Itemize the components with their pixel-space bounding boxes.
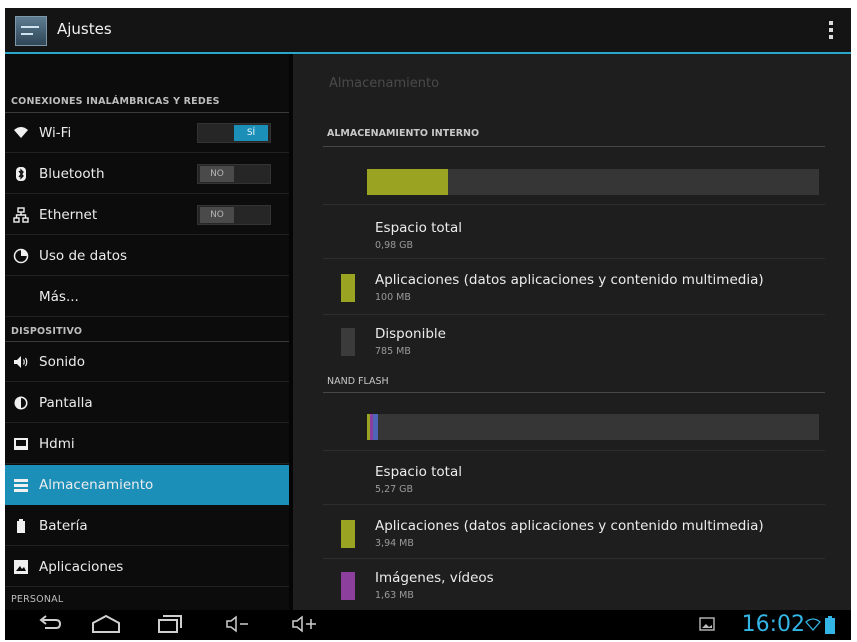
row-divider — [323, 504, 825, 505]
speaker-icon — [13, 354, 29, 370]
back-icon[interactable] — [35, 614, 65, 636]
wifi-icon — [13, 125, 29, 141]
internal-storage-header: ALMACENAMIENTO INTERNO — [327, 128, 480, 139]
nand-storage-bar — [367, 414, 819, 440]
nand-flash-header: NAND FLASH — [327, 376, 389, 387]
ethernet-toggle[interactable]: NO — [197, 205, 271, 225]
internal-available-value: 785 MB — [375, 346, 411, 357]
internal-storage-bar — [367, 169, 819, 195]
bluetooth-icon — [13, 166, 29, 182]
settings-item-label: Ethernet — [39, 207, 98, 223]
settings-item-label: Sonido — [39, 354, 85, 370]
brightness-icon — [13, 395, 29, 411]
section-header-personal: PERSONAL — [11, 594, 64, 605]
nand-total-value: 5,27 GB — [375, 484, 414, 495]
settings-item-label: Pantalla — [39, 395, 93, 411]
screenshot-notification-icon[interactable] — [699, 616, 715, 636]
settings-item-label: Uso de datos — [39, 248, 128, 264]
settings-item-apps[interactable]: Aplicaciones — [5, 547, 289, 587]
battery-status-icon — [825, 616, 835, 638]
nand-total-label: Espacio total — [375, 464, 462, 480]
bluetooth-toggle[interactable]: NO — [197, 164, 271, 184]
nand-media-value: 1,63 MB — [375, 590, 414, 601]
section-header-wireless: CONEXIONES INALÁMBRICAS Y REDES — [11, 96, 220, 107]
wifi-toggle[interactable]: SÍ — [197, 123, 271, 143]
media-color-swatch — [341, 572, 355, 600]
settings-item-storage[interactable]: Almacenamiento — [5, 465, 289, 505]
nand-apps-label: Aplicaciones (datos aplicaciones y conte… — [375, 518, 764, 534]
ethernet-icon — [13, 207, 29, 223]
hdmi-icon — [13, 436, 29, 452]
settings-item-ethernet[interactable]: Ethernet NO — [5, 195, 289, 235]
pane-title: Almacenamiento — [329, 76, 440, 91]
available-color-swatch — [341, 328, 355, 356]
home-icon[interactable] — [89, 614, 123, 636]
group-divider — [323, 146, 825, 147]
overflow-menu-icon[interactable] — [829, 21, 833, 39]
apps-icon — [13, 559, 29, 575]
settings-item-display[interactable]: Pantalla — [5, 383, 289, 423]
row-divider — [323, 558, 825, 559]
toggle-state: NO — [200, 166, 234, 182]
nand-other-segment — [373, 414, 378, 440]
storage-icon — [13, 477, 29, 493]
settings-item-battery[interactable]: Batería — [5, 506, 289, 546]
settings-list: CONEXIONES INALÁMBRICAS Y REDES Wi-Fi SÍ… — [5, 54, 289, 610]
group-divider — [323, 392, 825, 393]
internal-total-value: 0,98 GB — [375, 240, 414, 251]
action-bar: Ajustes — [5, 8, 851, 54]
status-clock[interactable]: 16:02 — [742, 612, 805, 637]
nand-apps-value: 3,94 MB — [375, 538, 414, 549]
settings-app-icon[interactable] — [15, 16, 47, 46]
settings-item-more[interactable]: Más... — [5, 277, 289, 317]
internal-apps-label: Aplicaciones (datos aplicaciones y conte… — [375, 272, 764, 288]
row-divider — [323, 258, 825, 259]
section-header-device: DISPOSITIVO — [11, 326, 83, 337]
row-divider — [323, 204, 825, 205]
app-title: Ajustes — [57, 20, 112, 38]
data-usage-icon — [13, 248, 29, 264]
apps-color-swatch — [341, 274, 355, 302]
settings-item-wifi[interactable]: Wi-Fi SÍ — [5, 113, 289, 153]
row-divider — [323, 450, 825, 451]
settings-item-label: Batería — [39, 518, 88, 534]
apps-color-swatch — [341, 520, 355, 548]
settings-item-label: Más... — [39, 289, 79, 305]
internal-apps-value: 100 MB — [375, 292, 411, 303]
tablet-screen: Ajustes CONEXIONES INALÁMBRICAS Y REDES … — [5, 8, 851, 640]
settings-item-label: Wi-Fi — [39, 125, 72, 141]
settings-item-data-usage[interactable]: Uso de datos — [5, 236, 289, 276]
nand-media-label: Imágenes, vídeos — [375, 570, 494, 586]
wifi-signal-icon — [805, 616, 821, 636]
battery-icon — [13, 518, 29, 534]
settings-item-bluetooth[interactable]: Bluetooth NO — [5, 154, 289, 194]
settings-item-label: Bluetooth — [39, 166, 105, 182]
storage-detail-pane: Almacenamiento ALMACENAMIENTO INTERNO Es… — [293, 54, 851, 610]
settings-item-label: Aplicaciones — [39, 559, 124, 575]
internal-total-label: Espacio total — [375, 220, 462, 236]
internal-apps-segment — [367, 169, 448, 195]
settings-item-label: Almacenamiento — [39, 477, 154, 493]
row-divider — [323, 314, 825, 315]
recent-apps-icon[interactable] — [155, 614, 185, 636]
volume-up-icon[interactable] — [291, 614, 319, 636]
toggle-state: SÍ — [234, 125, 268, 141]
settings-item-label: Hdmi — [39, 436, 75, 452]
system-navigation-bar: 16:02 — [5, 610, 851, 640]
toggle-state: NO — [200, 207, 234, 223]
volume-down-icon[interactable] — [225, 614, 251, 636]
settings-item-sound[interactable]: Sonido — [5, 342, 289, 382]
settings-item-hdmi[interactable]: Hdmi — [5, 424, 289, 464]
internal-available-label: Disponible — [375, 326, 446, 342]
